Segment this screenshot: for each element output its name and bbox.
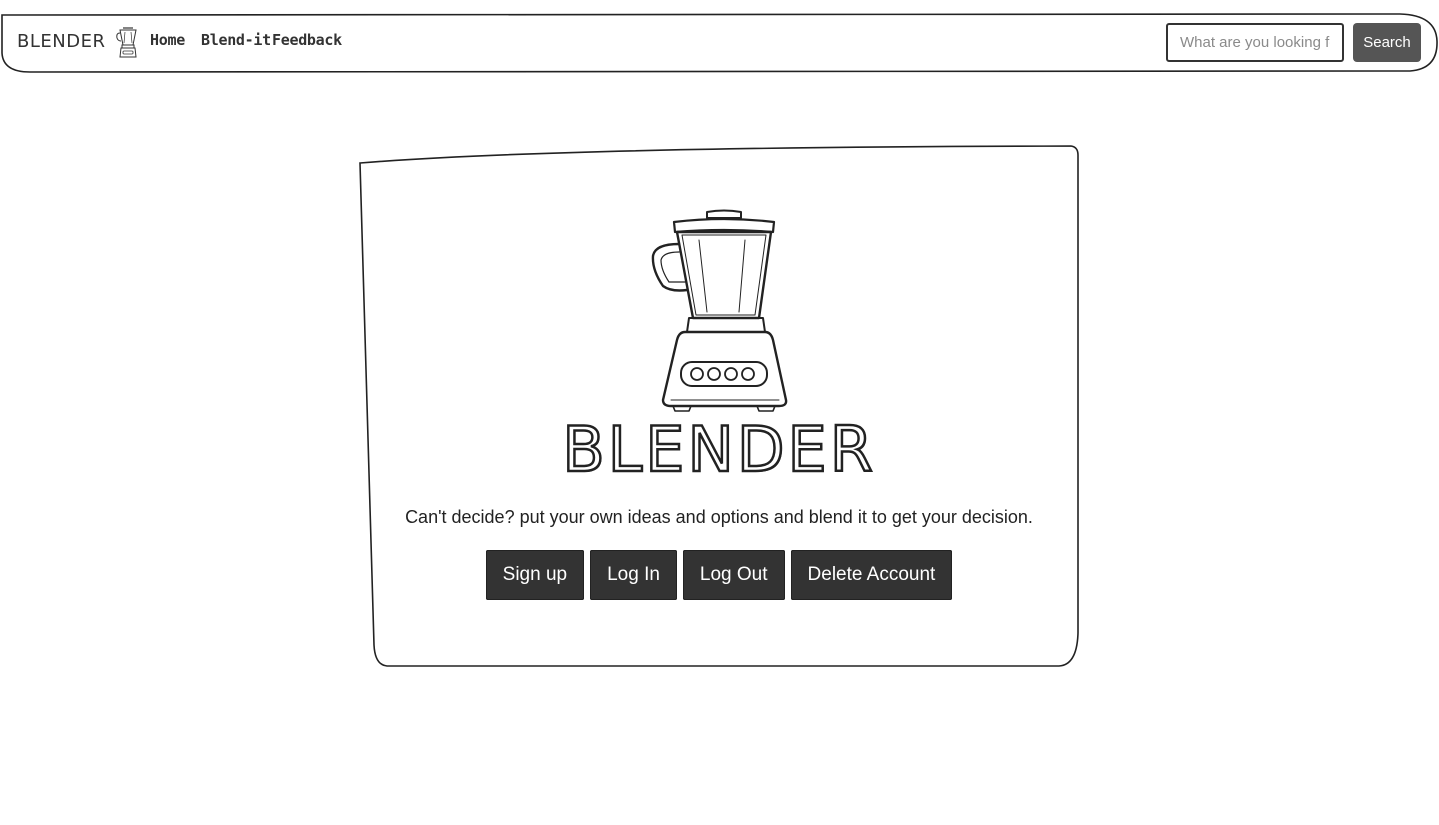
search-input[interactable] <box>1166 23 1344 62</box>
log-in-button[interactable]: Log In <box>590 550 677 600</box>
log-out-button[interactable]: Log Out <box>682 550 785 600</box>
blender-illustration <box>651 209 788 412</box>
nav-link-feedback[interactable]: Feedback <box>272 31 342 49</box>
nav-link-blend-it[interactable]: Blend-it <box>201 31 271 49</box>
hero-card: BLENDER Can't decide? put your own ideas… <box>359 145 1079 667</box>
search-button[interactable]: Search <box>1353 23 1421 62</box>
sign-up-button[interactable]: Sign up <box>485 550 585 600</box>
brand-logo-link[interactable]: BLENDER <box>17 31 105 52</box>
hero-title: BLENDER <box>561 412 876 488</box>
blender-icon[interactable] <box>115 27 141 59</box>
delete-account-button[interactable]: Delete Account <box>790 550 953 600</box>
account-button-group: Sign up Log In Log Out Delete Account <box>359 550 1079 600</box>
hero-tagline: Can't decide? put your own ideas and opt… <box>405 507 1033 527</box>
navbar: BLENDER Home Blend-it Feedback Search <box>0 13 1439 73</box>
nav-link-home[interactable]: Home <box>150 31 185 49</box>
